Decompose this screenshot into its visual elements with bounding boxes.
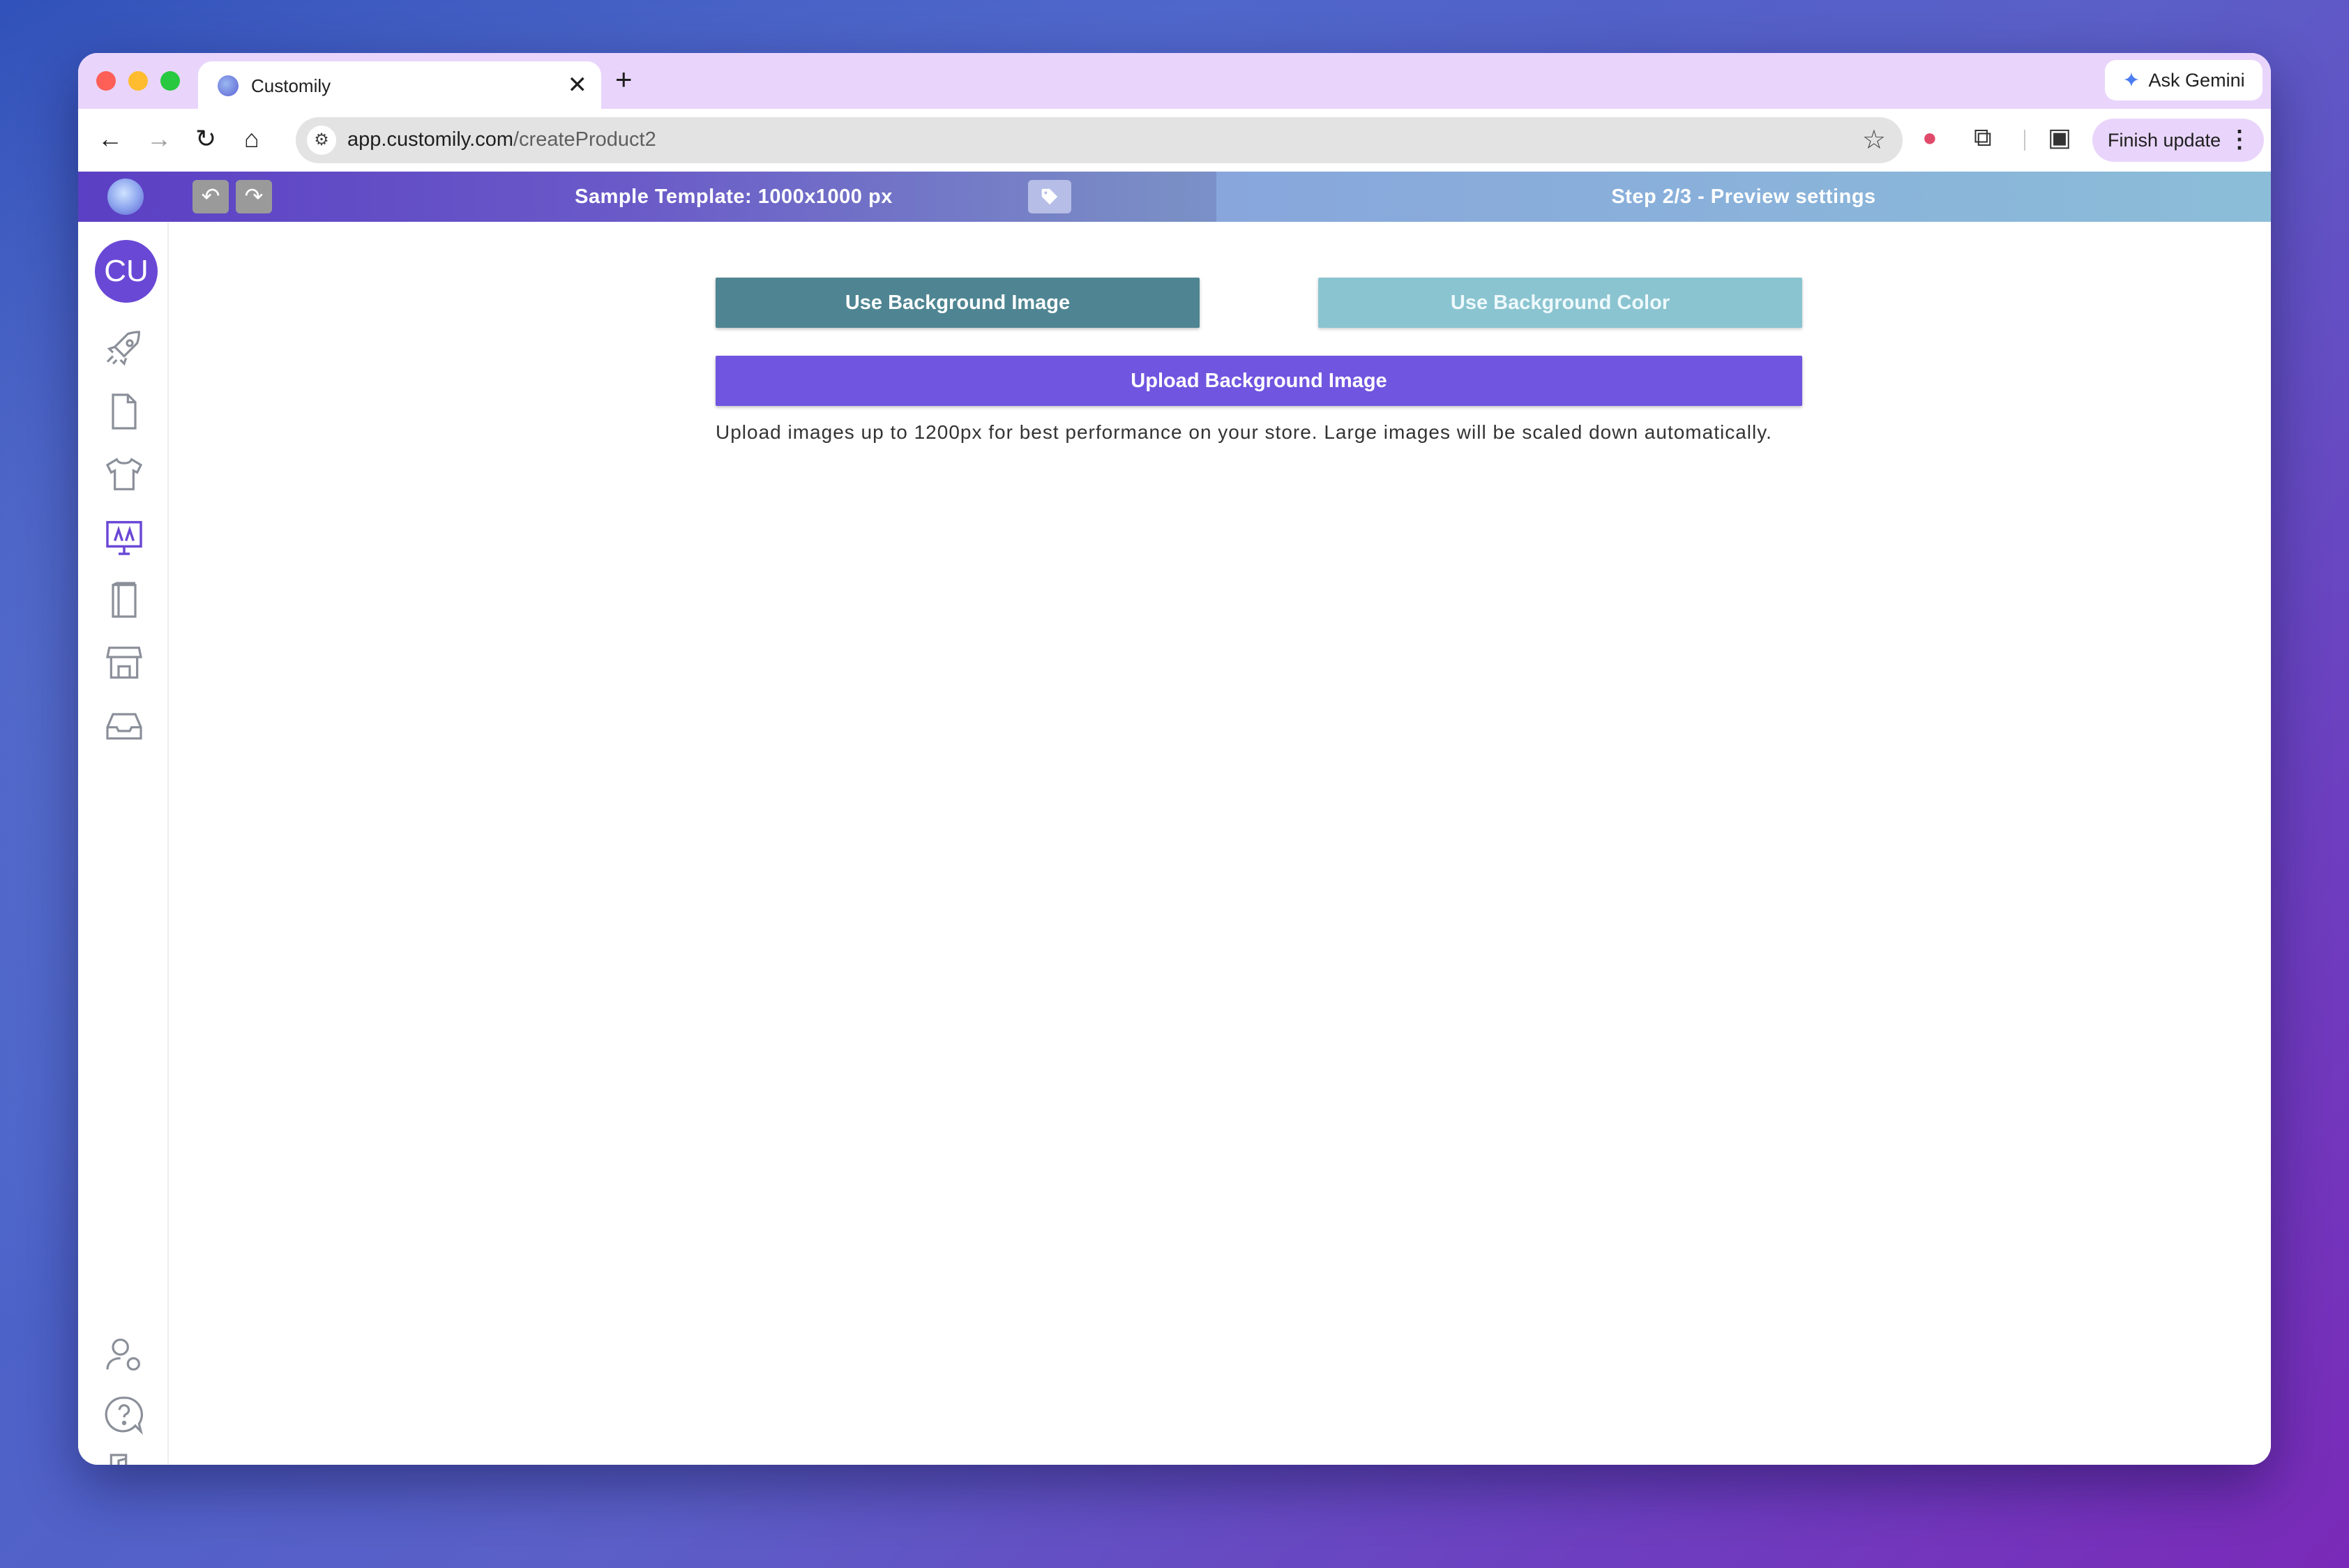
monitor-icon[interactable] — [102, 515, 146, 559]
extensions-puzzle-icon[interactable]: ⧉ — [1974, 123, 1992, 153]
browser-toolbar: ← → ↻ ⌂ ⚙ app.customily.com/createProduc… — [78, 109, 2271, 172]
user-avatar[interactable]: CU — [95, 240, 158, 303]
forward-arrow-icon[interactable]: → — [146, 124, 172, 153]
reload-icon[interactable]: ↻ — [195, 124, 216, 153]
template-title: Sample Template: 1000x1000 px — [575, 186, 893, 208]
tab-title: Customily — [251, 75, 331, 96]
url-path: /createProduct2 — [513, 128, 656, 151]
gemini-sparkle-icon: ✦ — [2122, 68, 2140, 92]
logout-icon[interactable] — [102, 1449, 146, 1465]
new-tab-button[interactable]: + — [615, 63, 633, 96]
book-icon[interactable] — [102, 578, 146, 622]
close-window-button[interactable] — [96, 71, 116, 91]
url-host: app.customily.com — [347, 128, 513, 151]
ask-gemini-button[interactable]: ✦ Ask Gemini — [2105, 60, 2263, 100]
maximize-window-button[interactable] — [160, 71, 180, 91]
tshirt-icon[interactable] — [102, 452, 146, 497]
toolbar-divider — [2024, 130, 2025, 151]
store-icon[interactable] — [102, 640, 146, 685]
tag-button[interactable] — [1028, 180, 1071, 213]
rocket-icon[interactable] — [102, 326, 146, 371]
undo-button[interactable]: ↶ — [192, 180, 229, 213]
extension-berry-icon[interactable]: ● — [1922, 123, 1938, 152]
upload-background-image-button[interactable]: Upload Background Image — [716, 356, 1802, 406]
step-title: Step 2/3 - Preview settings — [1611, 186, 1876, 208]
use-background-color-button[interactable]: Use Background Color — [1318, 278, 1802, 328]
redo-button[interactable]: ↷ — [236, 180, 272, 213]
upload-help-text: Upload images up to 1200px for best perf… — [716, 421, 1772, 443]
site-info-icon[interactable]: ⚙ — [307, 126, 336, 155]
tab-search-icon[interactable]: ▣ — [2048, 123, 2071, 152]
ask-gemini-label: Ask Gemini — [2148, 69, 2245, 91]
address-bar[interactable]: ⚙ app.customily.com/createProduct2 ☆ — [296, 117, 1903, 163]
minimize-window-button[interactable] — [128, 71, 148, 91]
use-background-image-button[interactable]: Use Background Image — [716, 278, 1200, 328]
tag-icon — [1041, 188, 1058, 205]
finish-update-label: Finish update — [2108, 129, 2221, 151]
help-icon[interactable] — [102, 1392, 146, 1437]
app-header: ↶ ↷ Sample Template: 1000x1000 px Step 2… — [78, 172, 2271, 222]
bookmark-star-icon[interactable]: ☆ — [1862, 124, 1886, 156]
tab-close-icon[interactable]: ✕ — [568, 71, 588, 99]
document-icon[interactable] — [102, 389, 146, 434]
tab-strip: Customily ✕ + ✦ Ask Gemini — [78, 53, 2271, 109]
customily-logo-icon[interactable] — [107, 179, 144, 215]
back-arrow-icon[interactable]: ← — [98, 124, 123, 153]
inbox-icon[interactable] — [102, 703, 146, 748]
step-panel: Step 2/3 - Preview settings — [1216, 172, 2271, 222]
browser-tab[interactable]: Customily ✕ — [198, 61, 601, 109]
url-text[interactable]: app.customily.com/createProduct2 — [347, 128, 656, 151]
browser-window: Customily ✕ + ✦ Ask Gemini ← → ↻ ⌂ ⚙ app… — [78, 53, 2271, 1465]
main-content: Use Background Image Use Background Colo… — [169, 222, 2271, 1465]
finish-update-button[interactable]: Finish update ⋮ — [2092, 119, 2264, 162]
sidebar: CU — [78, 222, 169, 1465]
more-menu-icon[interactable]: ⋮ — [2228, 126, 2251, 153]
user-settings-icon[interactable] — [102, 1332, 146, 1377]
home-icon[interactable]: ⌂ — [244, 124, 259, 153]
customily-favicon-icon — [218, 75, 239, 96]
